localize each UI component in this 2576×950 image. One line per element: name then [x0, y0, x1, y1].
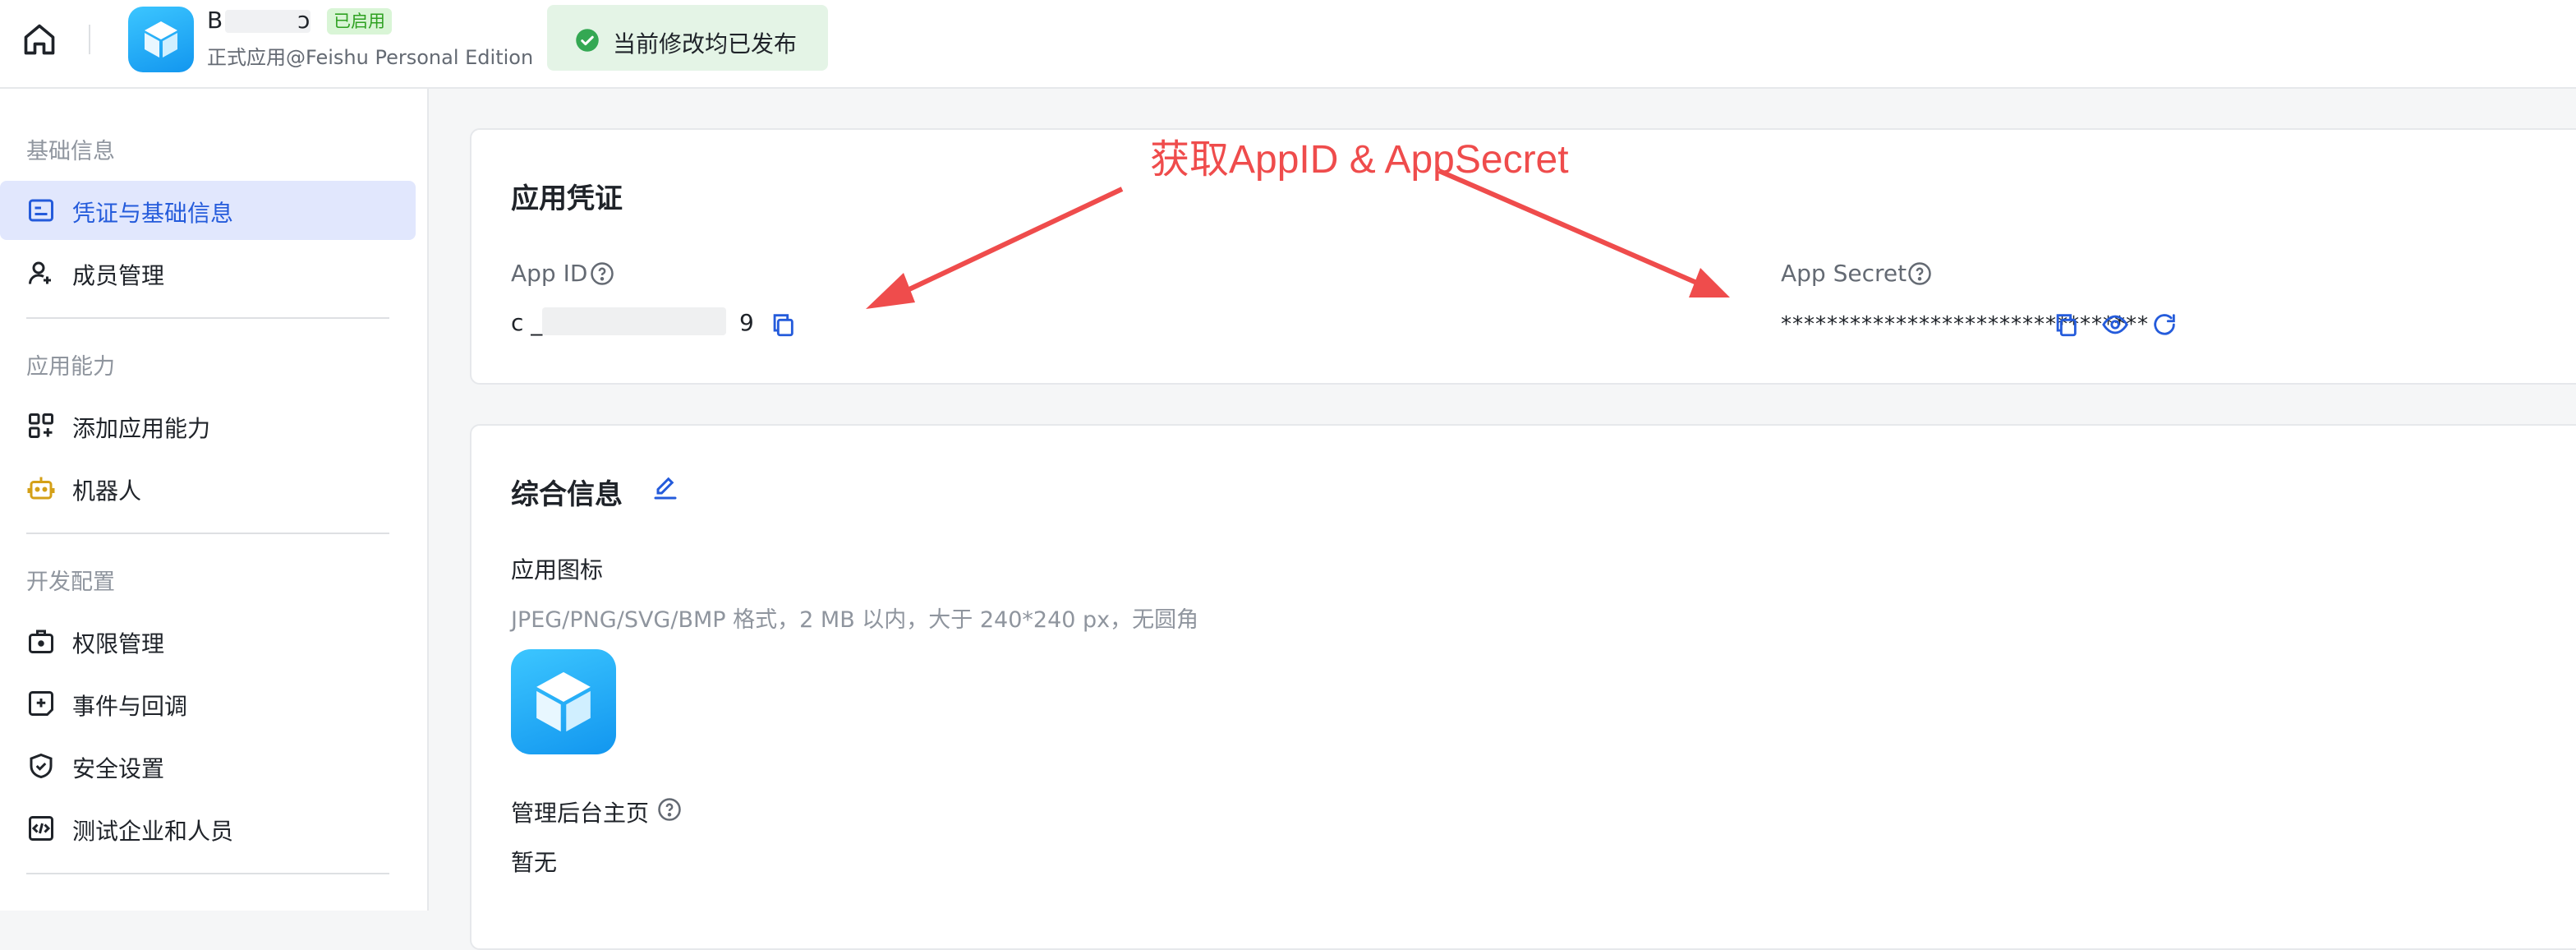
status-badge: 已启用	[327, 8, 392, 35]
credentials-title: 应用凭证	[511, 182, 623, 215]
homepage-value: 暂无	[511, 849, 558, 876]
app-secret-value: ********************************	[1781, 312, 2149, 337]
sidebar-divider	[26, 317, 389, 319]
annotation-label: 获取AppID & AppSecret	[1150, 138, 1569, 182]
sidebar-item-label: 成员管理	[72, 262, 165, 289]
sidebar-item-add-capability[interactable]: 添加应用能力	[0, 396, 416, 455]
help-icon[interactable]	[657, 797, 682, 822]
home-icon[interactable]	[21, 21, 58, 58]
sidebar-item-label: 机器人	[72, 477, 142, 505]
overview-title: 综合信息	[511, 478, 623, 511]
sidebar-group-capabilities: 应用能力	[26, 354, 115, 380]
code-box-icon	[29, 816, 53, 841]
sidebar: 基础信息 凭证与基础信息 成员管理 应用能力 添加应用能力 机器人 开发配置 权…	[0, 89, 429, 911]
app-name-tail: ↄ	[297, 7, 310, 34]
app-secret-label: App Secret	[1781, 260, 1907, 287]
refresh-icon[interactable]	[2150, 311, 2178, 339]
toast-message: 当前修改均已发布	[613, 30, 798, 58]
app-id-value-start: c _	[511, 309, 543, 336]
user-add-icon	[29, 261, 51, 284]
help-icon[interactable]	[1907, 261, 1932, 286]
overview-card: 综合信息 应用图标 JPEG/PNG/SVG/BMP 格式，2 MB 以内，大于…	[470, 424, 2576, 950]
top-bar: B ↄ 已启用 正式应用@Feishu Personal Edition 当前修…	[0, 0, 2576, 89]
sidebar-divider	[26, 873, 389, 874]
sidebar-item-test-tenant[interactable]: 测试企业和人员	[0, 799, 416, 858]
copy-icon[interactable]	[769, 311, 797, 339]
sidebar-item-members[interactable]: 成员管理	[0, 243, 416, 302]
sidebar-group-basic: 基础信息	[26, 139, 115, 164]
homepage-label: 管理后台主页	[511, 800, 650, 827]
app-id-redaction	[542, 307, 726, 335]
sidebar-divider	[26, 533, 389, 534]
briefcase-lock-icon	[29, 629, 53, 653]
sidebar-item-events[interactable]: 事件与回调	[0, 674, 416, 733]
event-plus-icon	[29, 691, 53, 716]
app-icon-hint: JPEG/PNG/SVG/BMP 格式，2 MB 以内，大于 240*240 p…	[511, 607, 1199, 633]
check-circle-icon	[576, 29, 599, 52]
sidebar-item-label: 凭证与基础信息	[72, 200, 234, 227]
grid-add-icon	[29, 413, 53, 438]
app-icon-label: 应用图标	[511, 556, 604, 583]
sidebar-item-label: 权限管理	[72, 630, 165, 657]
credential-card-icon	[29, 199, 53, 222]
app-subtitle: 正式应用@Feishu Personal Edition	[207, 46, 534, 69]
topbar-divider	[89, 25, 90, 54]
shield-icon	[30, 753, 53, 779]
sidebar-item-security[interactable]: 安全设置	[0, 736, 416, 796]
sidebar-item-label: 添加应用能力	[72, 415, 211, 442]
sidebar-item-bot[interactable]: 机器人	[0, 459, 416, 518]
sidebar-item-label: 事件与回调	[72, 693, 188, 720]
cube-icon	[145, 21, 177, 58]
sidebar-item-credentials[interactable]: 凭证与基础信息	[0, 181, 416, 240]
app-logo	[128, 7, 194, 72]
sidebar-group-dev-config: 开发配置	[26, 570, 115, 595]
app-id-value-end: 9	[739, 309, 754, 336]
sidebar-item-label: 安全设置	[72, 755, 165, 782]
publish-toast: 当前修改均已发布	[547, 5, 828, 71]
robot-icon	[27, 477, 55, 500]
copy-icon[interactable]	[2052, 311, 2080, 339]
eye-icon[interactable]	[2101, 311, 2129, 339]
app-icon-image[interactable]	[511, 649, 616, 754]
sidebar-item-permissions[interactable]: 权限管理	[0, 611, 416, 671]
sidebar-item-label: 测试企业和人员	[72, 818, 234, 845]
app-id-label: App ID	[511, 260, 588, 287]
cube-icon	[536, 671, 591, 732]
help-icon[interactable]	[590, 261, 614, 286]
app-name: B	[207, 7, 223, 34]
edit-icon[interactable]	[651, 473, 680, 503]
